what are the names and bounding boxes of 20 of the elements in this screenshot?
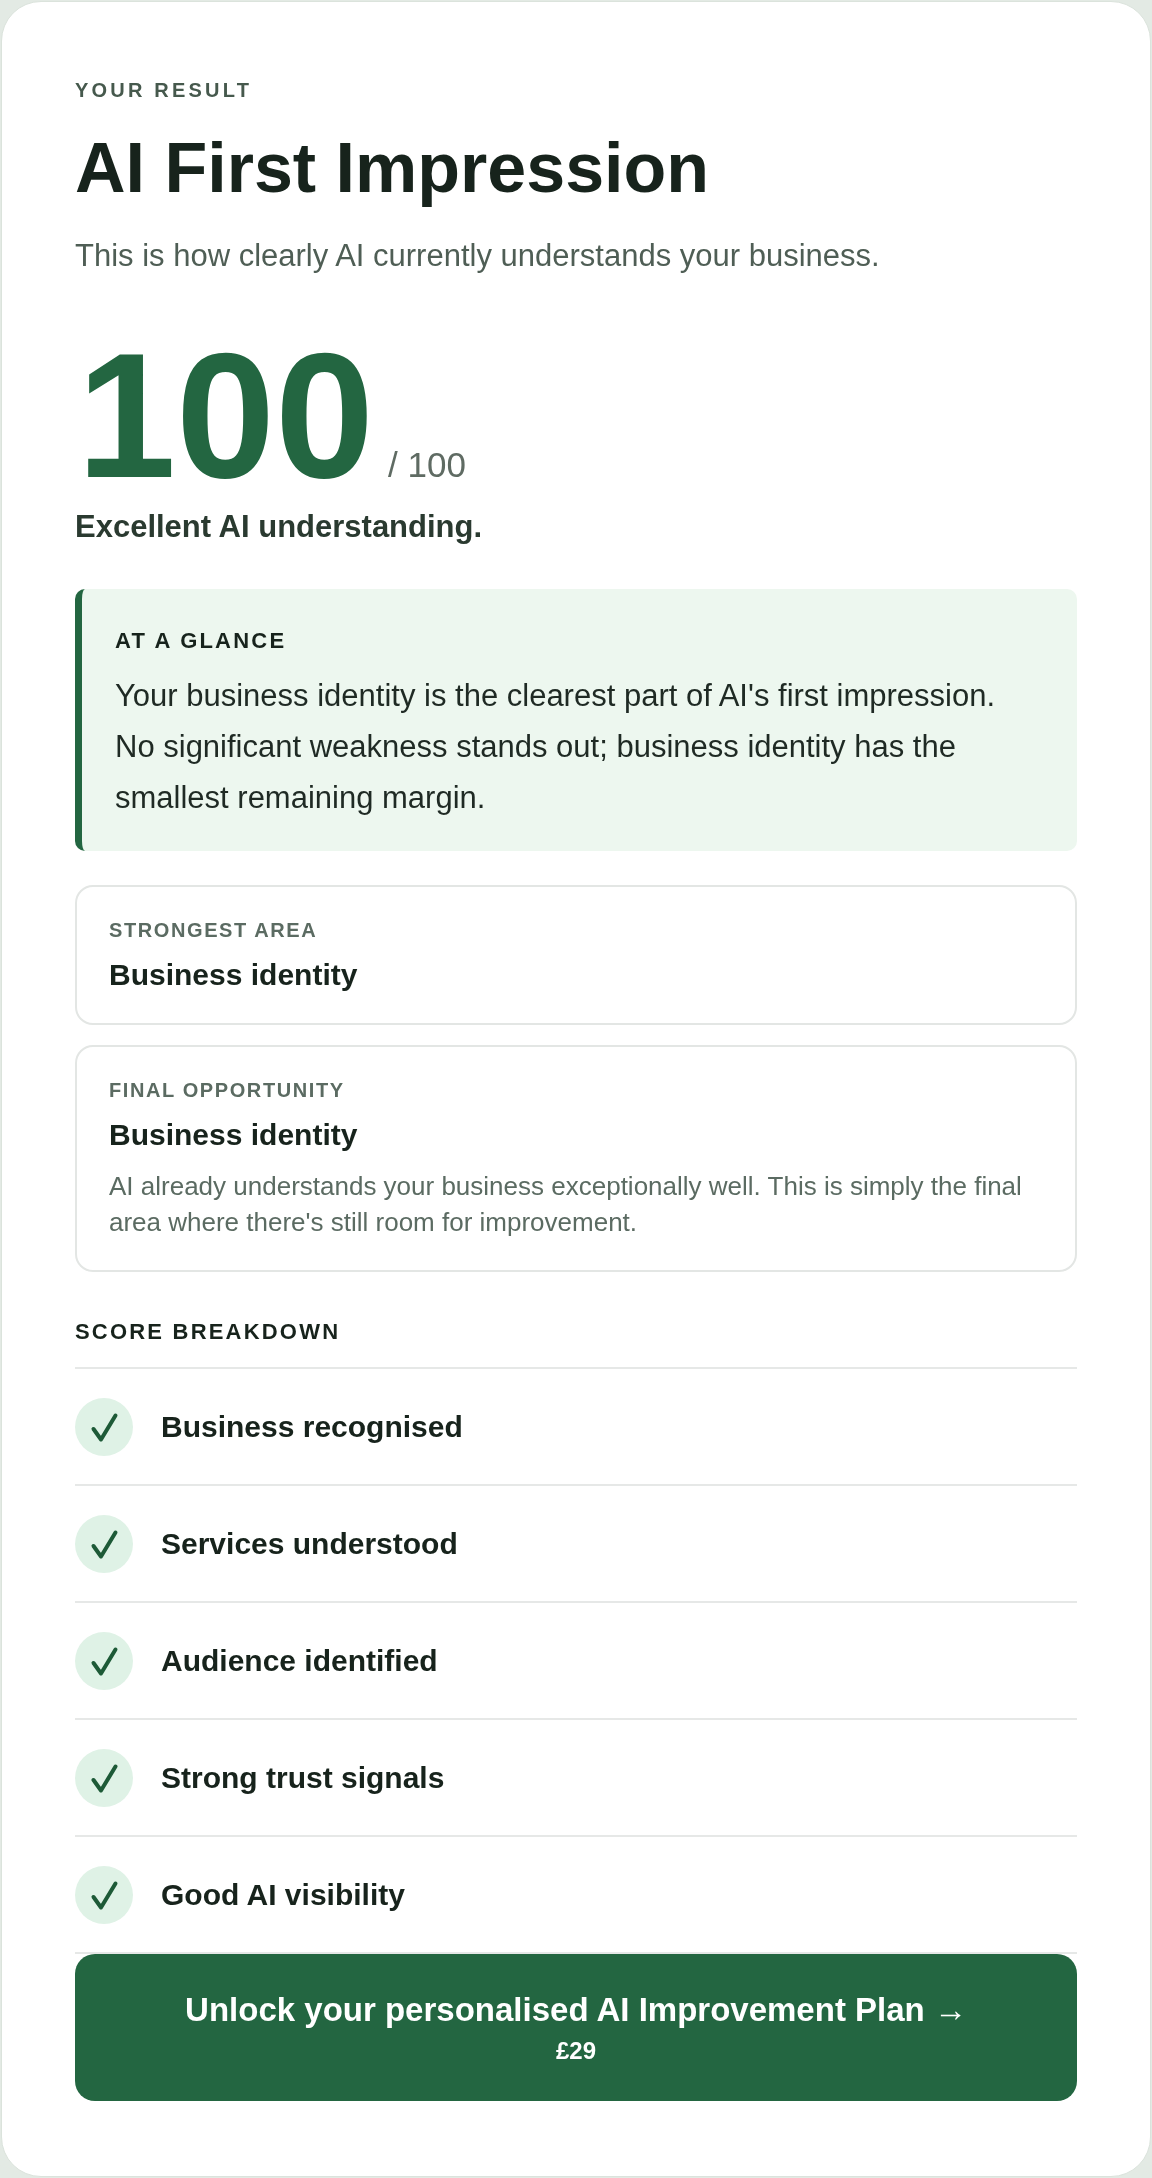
card-value: Business identity <box>109 1117 358 1153</box>
panel-text: Your business identity is the clearest part of AI's first impression. No significant weakness stands out; business identity has the smallest remaining margin. <box>115 677 997 817</box>
breakdown-item-label: Audience identified <box>161 1642 438 1679</box>
score-max: / 100 <box>388 445 466 485</box>
unlock-plan-button[interactable]: Unlock your personalised AI Improvement Plan → £29 <box>75 1954 1077 2101</box>
card-label: STRONGEST AREA <box>109 918 318 942</box>
panel-heading: AT A GLANCE <box>115 628 287 654</box>
breakdown-item-label: Strong trust signals <box>161 1759 445 1796</box>
breakdown-item-label: Good AI visibility <box>161 1876 405 1913</box>
section-heading: SCORE BREAKDOWN <box>75 1319 341 1345</box>
score-verdict: Excellent AI understanding. <box>75 509 483 545</box>
card-description: AI already understands your business exceptionally well. This is simply the final area where there's still room for improvement. <box>109 1170 1023 1239</box>
subtitle-text: This is how clearly AI currently understands your business. <box>75 237 880 275</box>
breakdown-item-label: Business recognised <box>161 1408 463 1445</box>
score-value: 100 <box>76 331 374 501</box>
page-title: AI First Impression <box>75 130 710 207</box>
card-label: FINAL OPPORTUNITY <box>109 1078 345 1102</box>
card-value: Business identity <box>109 957 358 993</box>
eyebrow-label: YOUR RESULT <box>75 78 253 102</box>
breakdown-item-label: Services understood <box>161 1525 458 1562</box>
